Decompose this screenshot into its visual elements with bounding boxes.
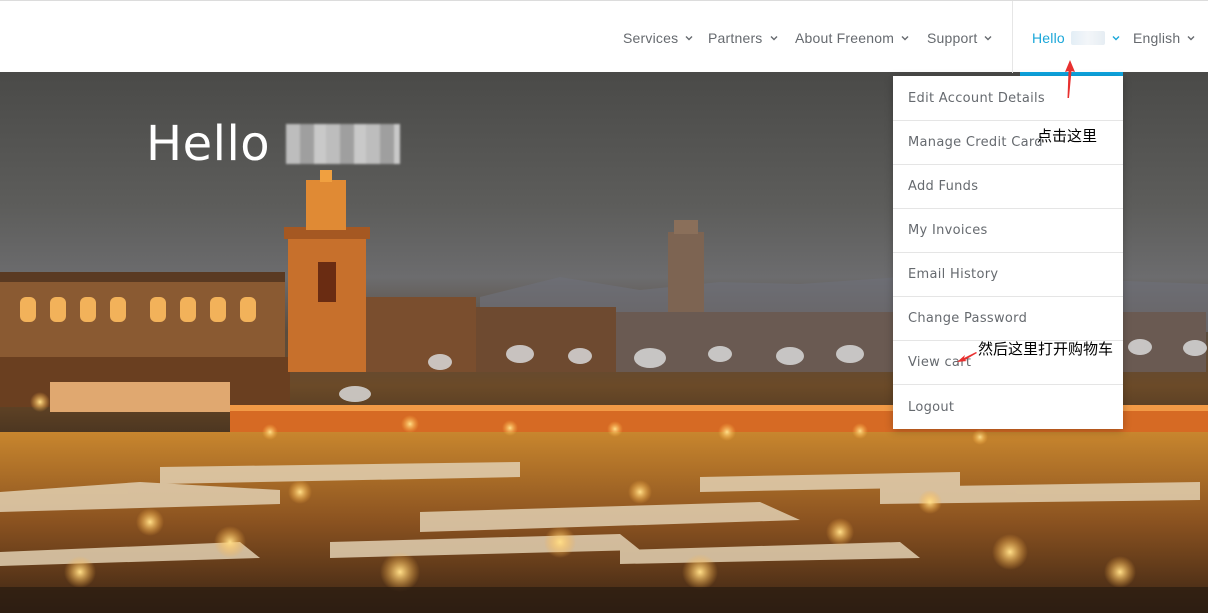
nav-partners[interactable]: Partners: [708, 29, 779, 47]
redacted-username: [1070, 31, 1105, 45]
annotation-arrow-left-icon: [957, 352, 977, 362]
nav-about-freenom[interactable]: About Freenom: [795, 29, 910, 47]
menu-item-label: My Invoices: [908, 223, 988, 238]
hero-greeting: Hello: [146, 116, 401, 172]
nav-support[interactable]: Support: [927, 29, 993, 47]
nav-services-label: Services: [623, 30, 679, 46]
annotation-arrow-up-icon: [1065, 60, 1075, 98]
nav-support-label: Support: [927, 30, 978, 46]
chevron-down-icon: [1186, 33, 1196, 43]
menu-item-logout[interactable]: Logout: [893, 385, 1123, 429]
nav-language[interactable]: English: [1133, 29, 1196, 47]
menu-item-label: Add Funds: [908, 179, 979, 194]
menu-item-edit-account[interactable]: Edit Account Details: [893, 76, 1123, 121]
menu-item-label: Edit Account Details: [908, 90, 1045, 106]
nav-language-label: English: [1133, 30, 1181, 46]
nav-divider: [1012, 1, 1013, 73]
nav-account-menu[interactable]: Hello: [1032, 29, 1121, 47]
chevron-down-icon: [900, 33, 910, 43]
nav-account-label: Hello: [1032, 30, 1065, 46]
nav-about-label: About Freenom: [795, 30, 895, 46]
menu-item-label: Logout: [908, 399, 955, 415]
menu-item-my-invoices[interactable]: My Invoices: [893, 209, 1123, 253]
menu-item-label: Manage Credit Card: [908, 135, 1043, 150]
chevron-down-icon: [684, 33, 694, 43]
nav-partners-label: Partners: [708, 30, 763, 46]
annotation-open-cart: 然后这里打开购物车: [978, 340, 1114, 358]
chevron-down-icon: [1111, 33, 1121, 43]
chevron-down-icon: [769, 33, 779, 43]
top-navbar: Services Partners About Freenom Support …: [0, 0, 1208, 73]
chevron-down-icon: [983, 33, 993, 43]
menu-item-label: Email History: [908, 267, 999, 282]
redacted-username: [286, 124, 401, 164]
menu-item-label: Change Password: [908, 311, 1028, 326]
menu-item-change-password[interactable]: Change Password: [893, 297, 1123, 341]
annotation-click-here: 点击这里: [1037, 127, 1098, 145]
nav-services[interactable]: Services: [623, 29, 694, 47]
hero-greeting-text: Hello: [146, 116, 271, 172]
menu-item-add-funds[interactable]: Add Funds: [893, 165, 1123, 209]
menu-item-email-history[interactable]: Email History: [893, 253, 1123, 297]
